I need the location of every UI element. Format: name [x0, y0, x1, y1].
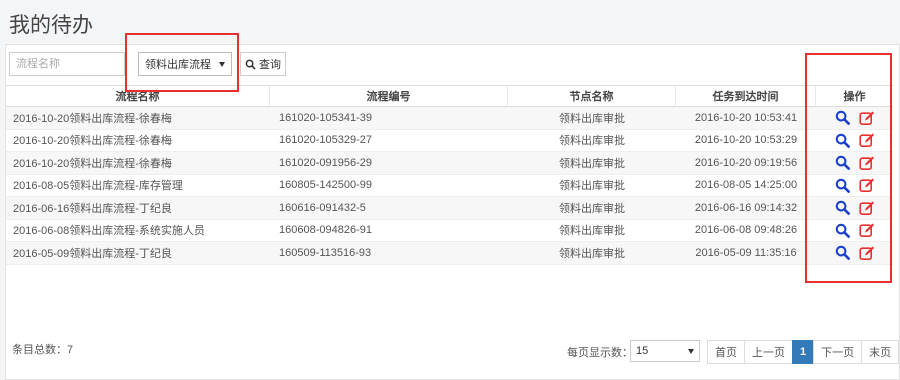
view-button[interactable]: [834, 109, 851, 126]
column-header-arrival-time: 任务到达时间: [676, 86, 816, 106]
edit-icon: [859, 156, 874, 170]
edit-icon: [859, 111, 874, 125]
cell-flow-name: 2016-06-08领料出库流程-系统实施人员: [13, 225, 205, 238]
cell-flow-name: 2016-10-20领料出库流程-徐春梅: [13, 112, 172, 125]
magnifier-icon: [835, 156, 850, 171]
cell-flow-number: 161020-105341-39: [279, 111, 372, 124]
column-header-node-name: 节点名称: [508, 86, 676, 106]
edit-icon: [859, 133, 874, 148]
cell-flow-name: 2016-10-20领料出库流程-徐春梅: [13, 135, 172, 148]
cell-node-name: 领料出库审批: [559, 135, 625, 148]
todo-table: 流程名称 流程编号 节点名称 任务到达时间 操作 2016-10-20领料出库流…: [6, 85, 893, 265]
cell-arrival-time: 2016-10-20 10:53:41: [694, 111, 798, 124]
pager-prev-button[interactable]: 上一页: [744, 340, 793, 364]
pager-next-button[interactable]: 下一页: [813, 340, 863, 364]
magnifier-icon: [835, 133, 850, 148]
edit-button[interactable]: [859, 109, 876, 126]
table-row: 2016-06-08领料出库流程-系统实施人员 160608-094826-91 领…: [6, 220, 893, 242]
cell-flow-name: 2016-05-09领料出库流程-丁纪良: [13, 247, 172, 260]
per-page-label: 每页显示数：: [567, 347, 633, 359]
table-row: 2016-06-16领料出库流程-丁纪良 160616-091432-5 领料出库审…: [6, 197, 893, 220]
caret-down-icon: [219, 62, 225, 67]
view-button[interactable]: [834, 244, 851, 261]
per-page-value: 15: [636, 345, 649, 357]
cell-actions: [816, 109, 893, 126]
cell-flow-number: 161020-091956-29: [279, 156, 372, 169]
magnifier-icon: [835, 246, 850, 261]
cell-actions: [816, 132, 893, 149]
cell-flow-number: 160805-142500-99: [279, 179, 372, 192]
cell-node-name: 领料出库审批: [559, 247, 625, 260]
cell-actions: [816, 244, 893, 261]
column-header-flow-number: 流程编号: [270, 86, 508, 106]
edit-button[interactable]: [859, 177, 876, 194]
edit-button[interactable]: [859, 199, 876, 216]
edit-button[interactable]: [859, 244, 876, 261]
magnifier-icon: [835, 201, 850, 216]
caret-down-icon: [688, 349, 694, 354]
view-button[interactable]: [834, 199, 851, 216]
column-header-actions: 操作: [843, 91, 866, 103]
search-icon: [245, 59, 256, 70]
edit-icon: [859, 201, 874, 215]
cell-flow-name: 2016-10-20领料出库流程-徐春梅: [13, 157, 172, 170]
table-row: 2016-05-09领料出库流程-丁纪良 160509-113516-93 领料出库…: [6, 242, 893, 265]
magnifier-icon: [835, 178, 850, 193]
query-button[interactable]: 查询: [240, 52, 286, 76]
cell-node-name: 领料出库审批: [559, 180, 625, 193]
cell-flow-number: 161020-105329-27: [279, 134, 372, 147]
edit-button[interactable]: [859, 222, 876, 239]
table-body: 2016-10-20领料出库流程-徐春梅 161020-105341-39 领料出库…: [6, 107, 893, 265]
table-row: 2016-10-20领料出库流程-徐春梅 161020-105329-27 领料出库…: [6, 130, 893, 152]
cell-arrival-time: 2016-06-16 09:14:32: [694, 201, 798, 214]
cell-flow-name: 2016-08-05领料出库流程-库存管理: [13, 180, 183, 193]
query-button-label: 查询: [259, 59, 281, 71]
cell-actions: [816, 154, 893, 171]
cell-arrival-time: 2016-10-20 09:19:56: [694, 156, 798, 169]
table-header: 流程名称 流程编号 节点名称 任务到达时间 操作: [6, 85, 893, 107]
cell-node-name: 领料出库审批: [559, 202, 625, 215]
edit-button[interactable]: [859, 154, 876, 171]
pager-first-button[interactable]: 首页: [707, 340, 745, 364]
view-button[interactable]: [834, 222, 851, 239]
view-button[interactable]: [834, 177, 851, 194]
cell-actions: [816, 222, 893, 239]
edit-icon: [859, 178, 874, 193]
table-row: 2016-08-05领料出库流程-库存管理 160805-142500-99 领料出…: [6, 175, 893, 197]
magnifier-icon: [835, 111, 850, 126]
cell-arrival-time: 2016-10-20 10:53:29: [694, 134, 798, 147]
flow-type-select[interactable]: 领料出库流程: [138, 52, 232, 76]
flow-name-search-input[interactable]: [9, 52, 125, 76]
edit-button[interactable]: [859, 132, 876, 149]
cell-flow-number: 160608-094826-91: [279, 224, 372, 237]
cell-actions: [816, 177, 893, 194]
magnifier-icon: [835, 223, 850, 238]
view-button[interactable]: [834, 132, 851, 149]
cell-flow-number: 160616-091432-5: [279, 201, 366, 214]
edit-icon: [859, 246, 874, 260]
page-title: 我的待办: [9, 14, 93, 37]
pager-last-button[interactable]: 末页: [861, 340, 900, 364]
cell-arrival-time: 2016-08-05 14:25:00: [694, 179, 798, 192]
cell-arrival-time: 2016-05-09 11:35:16: [695, 246, 797, 259]
edit-icon: [859, 223, 874, 238]
flow-type-selected-label: 领料出库流程: [145, 59, 211, 71]
cell-node-name: 领料出库审批: [559, 112, 625, 125]
cell-flow-name: 2016-06-16领料出库流程-丁纪良: [13, 202, 172, 215]
pagination: 首页 上一页 1 下一页 末页: [707, 340, 900, 364]
pager-current-page[interactable]: 1: [792, 340, 815, 364]
table-row: 2016-10-20领料出库流程-徐春梅 161020-105341-39 领料出库…: [6, 107, 893, 130]
cell-node-name: 领料出库审批: [559, 157, 625, 170]
cell-node-name: 领料出库审批: [559, 225, 625, 238]
cell-arrival-time: 2016-06-08 09:48:26: [694, 224, 798, 237]
record-count: 条目总数：7: [12, 344, 74, 356]
cell-actions: [816, 199, 893, 216]
per-page-select[interactable]: 15: [630, 340, 700, 362]
view-button[interactable]: [834, 154, 851, 171]
column-header-flow-name: 流程名称: [6, 86, 270, 106]
table-row: 2016-10-20领料出库流程-徐春梅 161020-091956-29 领料出库…: [6, 152, 893, 175]
cell-flow-number: 160509-113516-93: [279, 246, 372, 259]
